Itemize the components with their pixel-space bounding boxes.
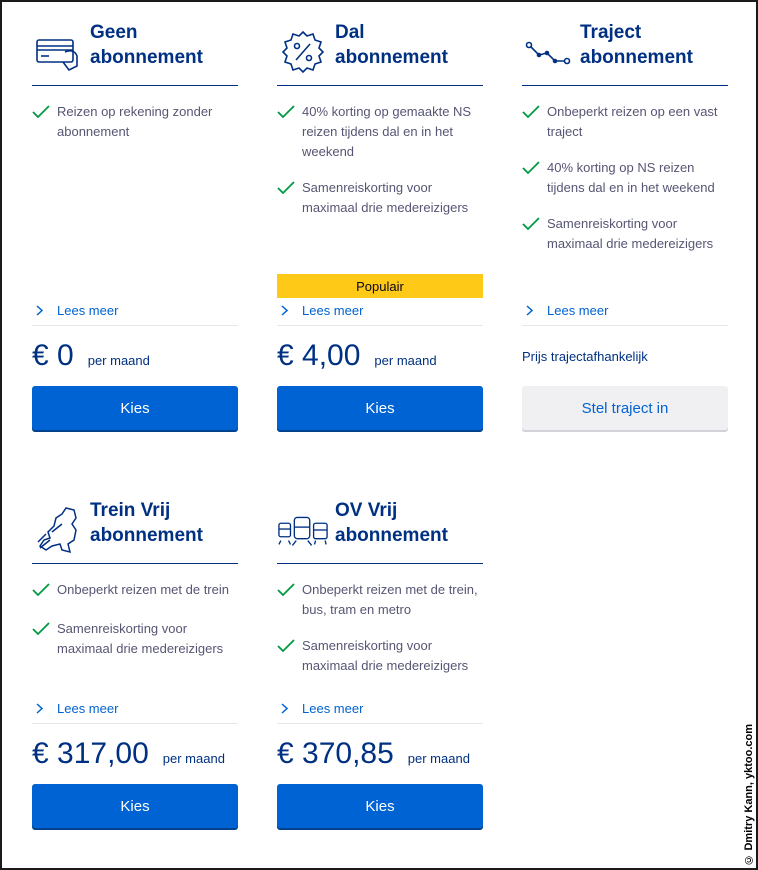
chevron-right-icon bbox=[277, 305, 302, 316]
card-trein-vrij-abonnement: Trein Vrij abonnement Onbeperkt reizen me… bbox=[32, 500, 238, 828]
price-row: € 4,00 per maand bbox=[277, 326, 483, 386]
feature-item: Samenreiskorting voor maximaal drie mede… bbox=[277, 178, 483, 218]
chevron-right-icon bbox=[32, 703, 57, 714]
card-hand-icon bbox=[32, 26, 84, 78]
checkmark-icon bbox=[277, 102, 302, 125]
lees-meer-link[interactable]: Lees meer bbox=[32, 694, 238, 724]
card-header: Traject abonnement bbox=[522, 22, 728, 86]
feature-item: Onbeperkt reizen op een vast traject bbox=[522, 102, 728, 142]
card-title: OV Vrij abonnement bbox=[335, 500, 448, 546]
card-title: Geen abonnement bbox=[90, 22, 203, 68]
checkmark-icon bbox=[32, 580, 57, 603]
price-row: € 370,85 per maand bbox=[277, 724, 483, 784]
feature-list: Onbeperkt reizen met de trein, bus, tram… bbox=[277, 564, 483, 694]
feature-list: Reizen op rekening zonder abonnement bbox=[32, 86, 238, 296]
price-amount: € 0 bbox=[32, 339, 74, 372]
netherlands-map-icon bbox=[32, 504, 84, 556]
kies-button[interactable]: Kies bbox=[277, 784, 483, 828]
checkmark-icon bbox=[522, 158, 547, 181]
card-ov-vrij-abonnement: OV Vrij abonnement Onbeperkt reizen met d… bbox=[277, 500, 483, 828]
card-title: Dal abonnement bbox=[335, 22, 448, 68]
feature-item: Samenreiskorting voor maximaal drie mede… bbox=[277, 636, 483, 676]
price-period: per maand bbox=[87, 352, 150, 368]
chevron-right-icon bbox=[522, 305, 547, 316]
chevron-right-icon bbox=[277, 703, 302, 714]
checkmark-icon bbox=[277, 636, 302, 659]
price-period: per maand bbox=[407, 750, 470, 766]
price-amount: € 317,00 bbox=[32, 737, 149, 770]
checkmark-icon bbox=[32, 619, 57, 642]
feature-item: Samenreiskorting voor maximaal drie mede… bbox=[522, 214, 728, 254]
card-header: Trein Vrij abonnement bbox=[32, 500, 238, 564]
lees-meer-link[interactable]: Lees meer bbox=[277, 694, 483, 724]
card-traject-abonnement: Traject abonnement Onbeperkt reizen op ee… bbox=[522, 22, 728, 430]
price-note: Prijs trajectafhankelijk bbox=[522, 348, 648, 364]
price-period: per maand bbox=[162, 750, 225, 766]
kies-button[interactable]: Kies bbox=[32, 386, 238, 430]
kies-button[interactable]: Kies bbox=[277, 386, 483, 430]
checkmark-icon bbox=[522, 102, 547, 125]
lees-meer-link[interactable]: Lees meer bbox=[522, 296, 728, 326]
checkmark-icon bbox=[277, 178, 302, 201]
card-title: Traject abonnement bbox=[580, 22, 693, 68]
chevron-right-icon bbox=[32, 305, 57, 316]
card-dal-abonnement: Dal abonnement 40% korting op gemaakte NS… bbox=[277, 22, 483, 430]
card-title: Trein Vrij abonnement bbox=[90, 500, 203, 546]
kies-button[interactable]: Kies bbox=[32, 784, 238, 828]
populair-badge: Populair bbox=[277, 274, 483, 298]
price-row: € 317,00 per maand bbox=[32, 724, 238, 784]
feature-item: Onbeperkt reizen met de trein, bus, tram… bbox=[277, 580, 483, 620]
public-transport-icon bbox=[277, 504, 329, 556]
checkmark-icon bbox=[32, 102, 57, 125]
feature-list: 40% korting op gemaakte NS reizen tijden… bbox=[277, 86, 483, 298]
price-row: Prijs trajectafhankelijk bbox=[522, 326, 728, 386]
photo-credit: © Dmitry Kann, yktoo.com bbox=[743, 724, 755, 866]
card-geen-abonnement: Geen abonnement Reizen op rekening zonder… bbox=[32, 22, 238, 430]
card-header: Dal abonnement bbox=[277, 22, 483, 86]
price-amount: € 370,85 bbox=[277, 737, 394, 770]
lees-meer-link[interactable]: Lees meer bbox=[277, 296, 483, 326]
card-header: OV Vrij abonnement bbox=[277, 500, 483, 564]
feature-item: 40% korting op gemaakte NS reizen tijden… bbox=[277, 102, 483, 162]
checkmark-icon bbox=[277, 580, 302, 603]
price-row: € 0 per maand bbox=[32, 326, 238, 386]
feature-list: Onbeperkt reizen op een vast traject 40%… bbox=[522, 86, 728, 296]
percent-icon bbox=[277, 26, 329, 78]
feature-item: Reizen op rekening zonder abonnement bbox=[32, 102, 238, 142]
route-icon bbox=[522, 26, 574, 78]
feature-item: 40% korting op NS reizen tijdens dal en … bbox=[522, 158, 728, 198]
card-header: Geen abonnement bbox=[32, 22, 238, 86]
lees-meer-link[interactable]: Lees meer bbox=[32, 296, 238, 326]
price-amount: € 4,00 bbox=[277, 339, 361, 372]
price-period: per maand bbox=[374, 352, 437, 368]
feature-list: Onbeperkt reizen met de trein Samenreisk… bbox=[32, 564, 238, 694]
stel-traject-in-button[interactable]: Stel traject in bbox=[522, 386, 728, 430]
feature-item: Onbeperkt reizen met de trein bbox=[32, 580, 238, 603]
checkmark-icon bbox=[522, 214, 547, 237]
feature-item: Samenreiskorting voor maximaal drie mede… bbox=[32, 619, 238, 659]
